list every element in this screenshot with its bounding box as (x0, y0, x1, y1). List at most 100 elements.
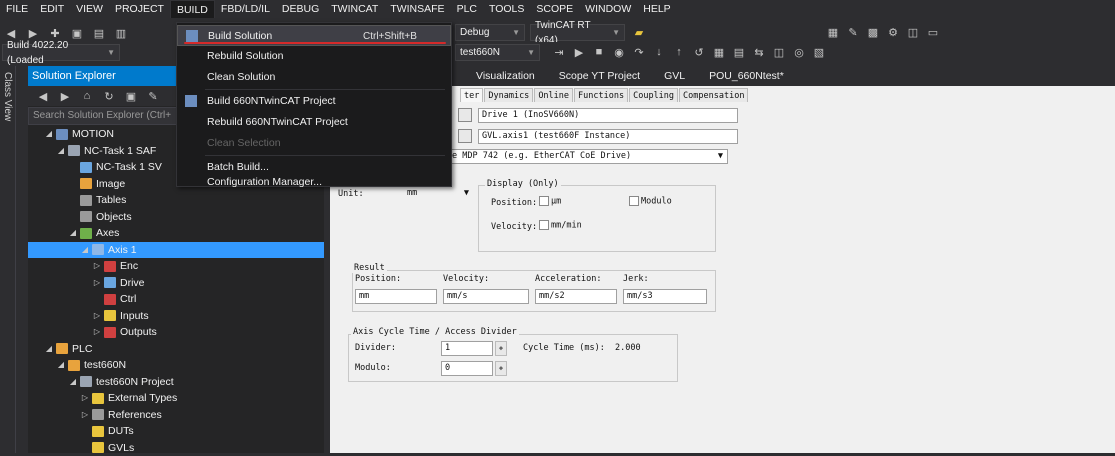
tab-compensation[interactable]: Compensation (679, 88, 748, 102)
tab-functions[interactable]: Functions (574, 88, 628, 102)
menu-fbd-ld-il[interactable]: FBD/LD/IL (215, 0, 276, 18)
expand-toggle-icon[interactable]: ◢ (44, 126, 54, 143)
plc-project-combo[interactable]: test660N▼ (455, 44, 540, 61)
target-icon[interactable]: ◎ (790, 44, 808, 60)
build-version-combo[interactable]: Build 4022.20 (Loaded▼ (2, 44, 120, 61)
pending-changes-icon[interactable]: ▣ (122, 88, 140, 104)
tab-online[interactable]: Online (534, 88, 573, 102)
modulo-input[interactable]: 0 (441, 361, 493, 376)
properties-icon[interactable]: ✎ (144, 88, 162, 104)
grid-icon[interactable]: ▦ (710, 44, 728, 60)
menu-scope[interactable]: SCOPE (530, 0, 579, 18)
expand-toggle-icon[interactable]: ▷ (80, 407, 90, 424)
tree-item[interactable]: Tables (28, 192, 324, 209)
layout-icon[interactable]: ▤ (730, 44, 748, 60)
tree-item[interactable]: ◢Axis 1 (28, 242, 324, 259)
pin-icon[interactable]: ✎ (844, 24, 862, 40)
expand-toggle-icon[interactable]: ◢ (68, 374, 78, 391)
menu-item-rebuild-solution[interactable]: Rebuild Solution (177, 46, 451, 67)
step-into-icon[interactable]: ↓ (650, 44, 668, 60)
scope-icon[interactable]: ▦ (824, 24, 842, 40)
menu-item-build-project[interactable]: Build 660NTwinCAT Project (177, 91, 451, 112)
menu-plc[interactable]: PLC (451, 0, 483, 18)
menu-item-batch-build[interactable]: Batch Build... (177, 157, 451, 178)
monitor-icon[interactable]: ▭ (924, 24, 942, 40)
tree-item[interactable]: ◢test660N Project (28, 374, 324, 391)
home-icon[interactable]: ⌂ (78, 88, 96, 104)
map-icon[interactable]: ▧ (810, 44, 828, 60)
stop-icon[interactable]: ■ (590, 44, 608, 60)
menu-window[interactable]: WINDOW (579, 0, 637, 18)
breakpoint-icon[interactable]: ◉ (610, 44, 628, 60)
expand-toggle-icon[interactable]: ◢ (44, 341, 54, 358)
tree-item[interactable]: Objects (28, 209, 324, 226)
tab-coupling[interactable]: Coupling (629, 88, 678, 102)
step-out-icon[interactable]: ↑ (670, 44, 688, 60)
expand-toggle-icon[interactable]: ▷ (92, 324, 102, 341)
activate-config-icon[interactable]: ▰ (630, 24, 648, 40)
solution-config-combo[interactable]: Debug▼ (455, 24, 525, 41)
step-over-icon[interactable]: ↷ (630, 44, 648, 60)
expand-toggle-icon[interactable]: ◢ (56, 143, 66, 160)
tab-scope-yt-project[interactable]: Scope YT Project (547, 66, 652, 86)
menu-project[interactable]: PROJECT (109, 0, 170, 18)
tree-item[interactable]: ▷Inputs (28, 308, 324, 325)
menu-twinsafe[interactable]: TWINSAFE (384, 0, 450, 18)
link-plc-button[interactable] (458, 129, 472, 143)
tab-visualization[interactable]: Visualization (464, 66, 547, 86)
expand-toggle-icon[interactable]: ▷ (92, 308, 102, 325)
menu-view[interactable]: VIEW (70, 0, 109, 18)
tab-dynamics[interactable]: Dynamics (484, 88, 533, 102)
menu-tools[interactable]: TOOLS (483, 0, 530, 18)
tree-item[interactable]: GVLs (28, 440, 324, 456)
menu-item-clean-solution[interactable]: Clean Solution (177, 67, 451, 88)
tab-pou-660ntest[interactable]: POU_660Ntest* (697, 66, 796, 86)
divider-input[interactable]: 1 (441, 341, 493, 356)
tree-item[interactable]: ◢test660N (28, 357, 324, 374)
tree-item[interactable]: ▷Drive (28, 275, 324, 292)
chart-icon[interactable]: ▩ (864, 24, 882, 40)
unit-combo[interactable]: mm▼ (404, 187, 472, 202)
back-icon[interactable]: ◀ (34, 88, 52, 104)
tree-item[interactable]: ▷External Types (28, 390, 324, 407)
solution-platform-combo[interactable]: TwinCAT RT (x64)▼ (530, 24, 625, 41)
tree-item[interactable]: ▷References (28, 407, 324, 424)
modulo-spinner[interactable]: ◆ (495, 361, 507, 376)
forward-icon[interactable]: ▶ (56, 88, 74, 104)
position-um-checkbox[interactable]: μm (539, 196, 561, 207)
split-icon[interactable]: ◫ (770, 44, 788, 60)
menu-debug[interactable]: DEBUG (276, 0, 325, 18)
velocity-mmmin-checkbox[interactable]: mm/min (539, 220, 582, 231)
tree-item[interactable]: ▷Enc (28, 258, 324, 275)
modulo-checkbox[interactable]: Modulo (629, 196, 672, 207)
tab-gvl[interactable]: GVL (652, 66, 697, 86)
login-icon[interactable]: ⇥ (550, 44, 568, 60)
menu-twincat[interactable]: TWINCAT (325, 0, 384, 18)
menu-build[interactable]: BUILD (170, 0, 215, 18)
save-all-icon[interactable]: ▥ (112, 25, 130, 41)
expand-toggle-icon[interactable]: ◢ (68, 225, 78, 242)
tree-item[interactable]: ◢PLC (28, 341, 324, 358)
expand-toggle-icon[interactable]: ◢ (56, 357, 66, 374)
tab-parameter[interactable]: ter (460, 88, 483, 102)
tree-item[interactable]: Ctrl (28, 291, 324, 308)
tree-item[interactable]: DUTs (28, 423, 324, 440)
expand-toggle-icon[interactable]: ▷ (80, 390, 90, 407)
menu-item-rebuild-project[interactable]: Rebuild 660NTwinCAT Project (177, 112, 451, 133)
tree-item[interactable]: ▷Outputs (28, 324, 324, 341)
expand-toggle-icon[interactable]: ◢ (80, 242, 90, 259)
divider-spinner[interactable]: ◆ (495, 341, 507, 356)
gear-icon[interactable]: ⚙ (884, 24, 902, 40)
flow-icon[interactable]: ⇆ (750, 44, 768, 60)
link-drive-button[interactable] (458, 108, 472, 122)
reset-icon[interactable]: ↺ (690, 44, 708, 60)
expand-toggle-icon[interactable]: ▷ (92, 258, 102, 275)
menu-item-configuration-manager[interactable]: Configuration Manager... (177, 177, 451, 187)
expand-toggle-icon[interactable]: ▷ (92, 275, 102, 292)
menu-help[interactable]: HELP (637, 0, 676, 18)
sync-icon[interactable]: ↻ (100, 88, 118, 104)
menu-file[interactable]: FILE (0, 0, 34, 18)
class-view-tab[interactable]: Class View (0, 66, 16, 453)
menu-edit[interactable]: EDIT (34, 0, 70, 18)
window-icon[interactable]: ◫ (904, 24, 922, 40)
